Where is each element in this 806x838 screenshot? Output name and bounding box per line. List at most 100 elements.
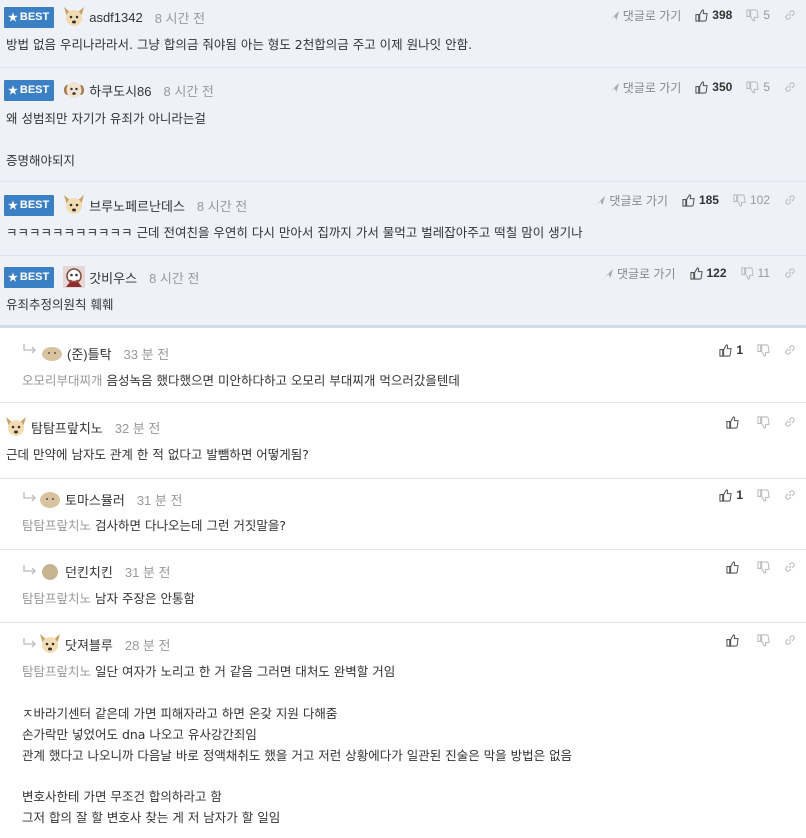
share-button[interactable] [784, 416, 796, 428]
avatar[interactable] [40, 341, 64, 365]
dog-avatar-icon [6, 417, 26, 436]
dog-avatar-icon [42, 347, 62, 361]
comment-body-continued: ㅈ바라기센터 같은데 가면 피해자라고 하면 온갖 지원 다해줌 손가락만 넣었… [22, 706, 573, 825]
link-icon [785, 268, 795, 278]
avatar[interactable] [62, 265, 86, 289]
dislike-button[interactable] [757, 415, 770, 429]
comment-body: 탐탐프랖치노 남자 주장은 안통함 [22, 591, 195, 606]
username[interactable]: (준)틀탁 [67, 344, 112, 363]
share-button[interactable] [784, 267, 796, 279]
thumbs-up-icon [689, 266, 703, 280]
comment-body: 왜 성범죄만 자기가 유죄가 아니라는걸 증명해야되지 [6, 111, 206, 168]
thumbs-down-icon [746, 80, 759, 94]
username[interactable]: asdf1342 [89, 10, 143, 25]
like-button[interactable] [726, 633, 743, 647]
thumbs-up-icon [682, 193, 695, 207]
username[interactable]: 닷져블루 [65, 635, 113, 654]
mention-tag[interactable]: 탐탐프랖치노 [22, 518, 91, 533]
send-arrow-icon [609, 82, 619, 92]
share-button[interactable] [784, 489, 796, 501]
thumbs-down-icon [757, 488, 770, 502]
link-icon [785, 490, 795, 500]
dislike-button[interactable]: 102 [733, 193, 770, 207]
mention-tag[interactable]: 탐탐프랖치노 [22, 591, 91, 606]
reply-link[interactable]: 댓글로 가기 [603, 265, 676, 282]
like-button[interactable] [726, 415, 743, 429]
timestamp: 31 분 전 [136, 492, 183, 508]
dislike-button[interactable]: 11 [740, 266, 770, 280]
reply-indent-icon [22, 564, 38, 576]
username[interactable]: 탐탐프랖치노 [31, 418, 103, 437]
share-button[interactable] [784, 81, 796, 93]
timestamp: 31 분 전 [124, 564, 171, 580]
reply-link[interactable]: 댓글로 가기 [609, 7, 681, 24]
reply-link[interactable]: 댓글로 가기 [609, 79, 681, 96]
thumbs-down-icon [757, 415, 770, 429]
dislike-button[interactable]: 5 [746, 80, 770, 94]
star-icon: ★ [8, 11, 18, 24]
comment: 탐탐프랖치노 32 분 전 근데 만약에 남자도 관계 한 적 없다고 발뺌하면… [0, 403, 806, 479]
username[interactable]: 하쿠도시86 [89, 81, 151, 100]
share-button[interactable] [784, 634, 796, 646]
thumbs-down-icon [740, 266, 754, 280]
timestamp: 33 분 전 [123, 346, 170, 362]
like-button[interactable] [726, 560, 743, 574]
dislike-button[interactable]: 5 [746, 8, 770, 22]
circle-avatar-icon [42, 564, 58, 580]
mention-tag[interactable]: 탐탐프랖치노 [22, 664, 91, 679]
dislike-button[interactable] [757, 560, 770, 574]
avatar[interactable] [38, 559, 62, 583]
share-button[interactable] [784, 194, 796, 206]
like-button[interactable]: 185 [682, 193, 719, 207]
like-button[interactable]: 350 [695, 80, 732, 94]
link-icon [785, 345, 795, 355]
thumbs-up-icon [719, 488, 732, 502]
avatar[interactable] [62, 5, 86, 29]
comment-body: 유죄추정의원칙 훼훼 [6, 297, 114, 312]
dog-avatar-icon [40, 634, 60, 653]
avatar[interactable] [62, 78, 86, 102]
send-arrow-icon [603, 268, 614, 278]
username[interactable]: 던킨치킨 [65, 562, 113, 581]
mention-tag[interactable]: 오모리부대찌개 [22, 373, 103, 388]
thumbs-up-icon [695, 80, 708, 94]
like-button[interactable]: 122 [689, 266, 727, 280]
reply-comment: 토마스뮬러 31 분 전 1 탐탐프랖치노 검사하면 다나오는데 그런 거짓말을? [0, 479, 806, 550]
avatar[interactable] [62, 193, 86, 217]
dislike-button[interactable] [757, 488, 770, 502]
send-arrow-icon [609, 10, 619, 20]
like-button[interactable]: 1 [719, 343, 743, 357]
thumbs-down-icon [757, 343, 770, 357]
dislike-button[interactable] [757, 343, 770, 357]
link-icon [785, 417, 795, 427]
reply-link[interactable]: 댓글로 가기 [595, 192, 668, 209]
share-button[interactable] [784, 561, 796, 573]
avatar[interactable] [38, 487, 62, 511]
username[interactable]: 브루노페르난데스 [89, 196, 185, 215]
username[interactable]: 갓비우스 [89, 268, 137, 287]
link-icon [785, 10, 795, 20]
thumbs-down-icon [757, 633, 770, 647]
best-badge: ★ BEST [4, 79, 55, 101]
share-button[interactable] [784, 9, 796, 21]
reply-comment: 던킨치킨 31 분 전 탐탐프랖치노 남자 주장은 안통함 [0, 550, 806, 623]
like-button[interactable]: 1 [719, 488, 743, 502]
thumbs-up-icon [726, 415, 739, 429]
comment-body: 탐탐프랖치노 일단 여자가 노리고 한 거 같음 그러면 대처도 완벽할 거임 [22, 664, 396, 679]
dog-avatar-icon [64, 7, 85, 26]
thumbs-up-icon [719, 343, 732, 357]
timestamp: 8 시간 전 [154, 10, 206, 26]
reply-indent-icon [22, 637, 38, 649]
reply-indent-icon [22, 491, 38, 503]
comment-body: 방법 없음 우리나라라서. 그냥 합의금 줘야됨 아는 형도 2천합의금 주고 … [6, 37, 473, 52]
share-button[interactable] [784, 344, 796, 356]
avatar[interactable] [38, 632, 62, 656]
timestamp: 28 분 전 [124, 637, 171, 653]
timestamp: 8 시간 전 [149, 270, 200, 286]
dislike-button[interactable] [757, 633, 770, 647]
username[interactable]: 토마스뮬러 [65, 490, 125, 509]
avatar[interactable] [4, 415, 28, 439]
link-icon [785, 195, 795, 205]
like-button[interactable]: 398 [695, 8, 732, 22]
timestamp: 32 분 전 [114, 420, 161, 436]
